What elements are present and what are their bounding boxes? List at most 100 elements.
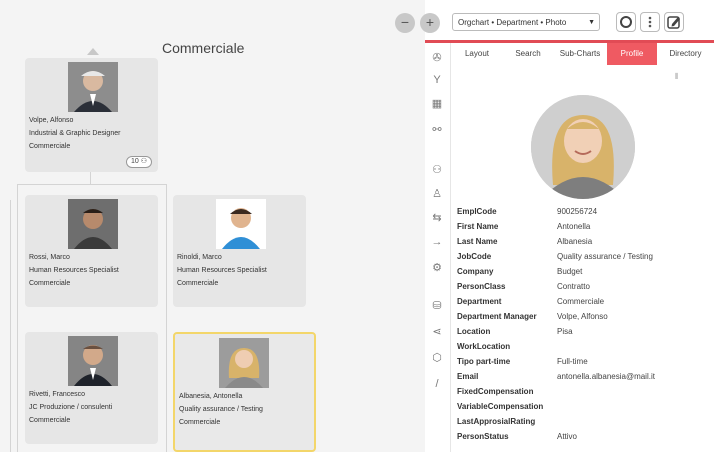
field-value: 900256724 bbox=[557, 207, 598, 216]
field-value: Antonella bbox=[557, 222, 591, 231]
database-icon[interactable]: ⛁ bbox=[430, 299, 444, 313]
add-person-icon[interactable]: ⚇ bbox=[430, 163, 444, 177]
field-label: PersonClass bbox=[457, 282, 506, 291]
grid-icon[interactable]: ▦ bbox=[430, 97, 444, 111]
connector-line bbox=[90, 172, 91, 184]
view-mode-select[interactable]: Orgchart • Department • Photo ▼ bbox=[452, 13, 600, 31]
field-label: JobCode bbox=[457, 252, 492, 261]
employee-name: Rossi, Marco bbox=[29, 254, 70, 261]
employee-role: Industrial & Graphic Designer bbox=[29, 130, 121, 137]
field-value: Contratto bbox=[557, 282, 590, 291]
avatar bbox=[68, 336, 118, 386]
employee-role: JC Produzione / consulenti bbox=[29, 404, 113, 411]
tab-layout[interactable]: Layout bbox=[451, 43, 503, 65]
field-value: Quality assurance / Testing bbox=[557, 252, 653, 261]
connector-line bbox=[10, 200, 11, 452]
field-row: First Name Antonella bbox=[457, 219, 707, 234]
field-row: LastApprosialRating bbox=[457, 414, 707, 429]
orgchart-canvas[interactable]: Commerciale Volpe, Alfonso Industrial & … bbox=[0, 0, 425, 452]
field-label: Last Name bbox=[457, 237, 498, 246]
field-label: Location bbox=[457, 327, 491, 336]
pencil-square-icon bbox=[667, 16, 680, 29]
field-label: LastApprosialRating bbox=[457, 417, 536, 426]
person-tree-icon[interactable]: ♙ bbox=[430, 187, 444, 201]
employee-department: Commerciale bbox=[29, 280, 71, 287]
org-card-manager[interactable]: Volpe, Alfonso Industrial & Graphic Desi… bbox=[25, 58, 158, 172]
org-card-selected[interactable]: Albanesia, Antonella Quality assurance /… bbox=[173, 332, 316, 452]
move-icon[interactable]: ⇆ bbox=[430, 211, 444, 225]
org-card[interactable]: Rinoldi, Marco Human Resources Specialis… bbox=[173, 195, 306, 307]
employee-department: Commerciale bbox=[29, 417, 71, 424]
kebab-icon bbox=[648, 16, 652, 28]
field-label: Tipo part-time bbox=[457, 357, 511, 366]
tab-directory[interactable]: Directory bbox=[657, 43, 714, 65]
edit-button[interactable] bbox=[664, 12, 684, 32]
field-row: PersonStatus Attivo bbox=[457, 429, 707, 444]
zoom-out-button[interactable]: − bbox=[395, 13, 415, 33]
field-row: Department Commerciale bbox=[457, 294, 707, 309]
field-value: Full-time bbox=[557, 357, 588, 366]
subordinate-count-badge[interactable]: 10 ⚇ bbox=[125, 156, 152, 168]
field-label: Department bbox=[457, 297, 502, 306]
hexagon-icon[interactable]: ⬡ bbox=[430, 351, 444, 365]
detail-panel: ✇ Y ▦ ⚯ ⚇ ♙ ⇆ → ⚙ ⛁ ⋖ ⬡ / Layout Search … bbox=[425, 40, 714, 452]
field-value: Volpe, Alfonso bbox=[557, 312, 608, 321]
field-value: Albanesia bbox=[557, 237, 593, 246]
employee-name: Volpe, Alfonso bbox=[29, 117, 74, 124]
circle-icon bbox=[620, 16, 632, 28]
binoculars-icon[interactable]: ⚯ bbox=[430, 123, 444, 137]
avatar bbox=[219, 338, 269, 388]
profile-avatar bbox=[531, 95, 635, 199]
field-row: JobCode Quality assurance / Testing bbox=[457, 249, 707, 264]
field-row: Department Manager Volpe, Alfonso bbox=[457, 309, 707, 324]
field-row: WorkLocation bbox=[457, 339, 707, 354]
field-row: Last Name Albanesia bbox=[457, 234, 707, 249]
palette-icon[interactable]: ✇ bbox=[430, 51, 444, 65]
share-icon[interactable]: ⋖ bbox=[430, 325, 444, 339]
field-row: PersonClass Contratto bbox=[457, 279, 707, 294]
org-card[interactable]: Rivetti, Francesco JC Produzione / consu… bbox=[25, 332, 158, 444]
panel-tabs: Layout Search Sub-Charts Profile Directo… bbox=[451, 43, 714, 65]
tab-search[interactable]: Search bbox=[503, 43, 553, 65]
user-settings-icon[interactable]: ⚙ bbox=[430, 261, 444, 275]
field-label: Company bbox=[457, 267, 494, 276]
connector-line bbox=[17, 184, 167, 185]
employee-name: Rivetti, Francesco bbox=[29, 391, 86, 398]
field-row: Company Budget bbox=[457, 264, 707, 279]
field-label: First Name bbox=[457, 222, 499, 231]
field-label: Email bbox=[457, 372, 479, 381]
brush-icon[interactable]: / bbox=[430, 377, 444, 391]
field-label: Department Manager bbox=[457, 312, 537, 321]
field-value: Budget bbox=[557, 267, 583, 276]
columns-icon[interactable]: ⦀ bbox=[675, 72, 679, 82]
field-row: Email antonella.albanesia@mail.it bbox=[457, 369, 707, 384]
connector-line bbox=[166, 184, 167, 452]
field-row: Tipo part-time Full-time bbox=[457, 354, 707, 369]
employee-department: Commerciale bbox=[177, 280, 219, 287]
zoom-in-button[interactable]: + bbox=[420, 13, 440, 33]
field-row: FixedCompensation bbox=[457, 384, 707, 399]
org-card[interactable]: Rossi, Marco Human Resources Specialist … bbox=[25, 195, 158, 307]
employee-name: Albanesia, Antonella bbox=[179, 393, 243, 400]
field-label: FixedCompensation bbox=[457, 387, 534, 396]
field-label: EmplCode bbox=[457, 207, 497, 216]
field-row: EmplCode 900256724 bbox=[457, 204, 707, 219]
arrow-right-icon[interactable]: → bbox=[430, 235, 444, 249]
field-value: Attivo bbox=[557, 432, 578, 441]
field-label: PersonStatus bbox=[457, 432, 509, 441]
avatar bbox=[68, 199, 118, 249]
field-value: Pisa bbox=[557, 327, 573, 336]
hierarchy-icon[interactable]: Y bbox=[430, 73, 444, 87]
chevron-down-icon: ▼ bbox=[588, 19, 595, 26]
theme-button[interactable] bbox=[616, 12, 636, 32]
avatar bbox=[216, 199, 266, 249]
navigate-up-icon[interactable] bbox=[87, 48, 99, 55]
department-title: Commerciale bbox=[162, 40, 245, 56]
tab-profile[interactable]: Profile bbox=[607, 43, 657, 65]
field-row: Location Pisa bbox=[457, 324, 707, 339]
field-label: WorkLocation bbox=[457, 342, 511, 351]
tab-sub-charts[interactable]: Sub-Charts bbox=[553, 43, 607, 65]
employee-department: Commerciale bbox=[29, 143, 71, 150]
employee-name: Rinoldi, Marco bbox=[177, 254, 222, 261]
more-options-button[interactable] bbox=[640, 12, 660, 32]
